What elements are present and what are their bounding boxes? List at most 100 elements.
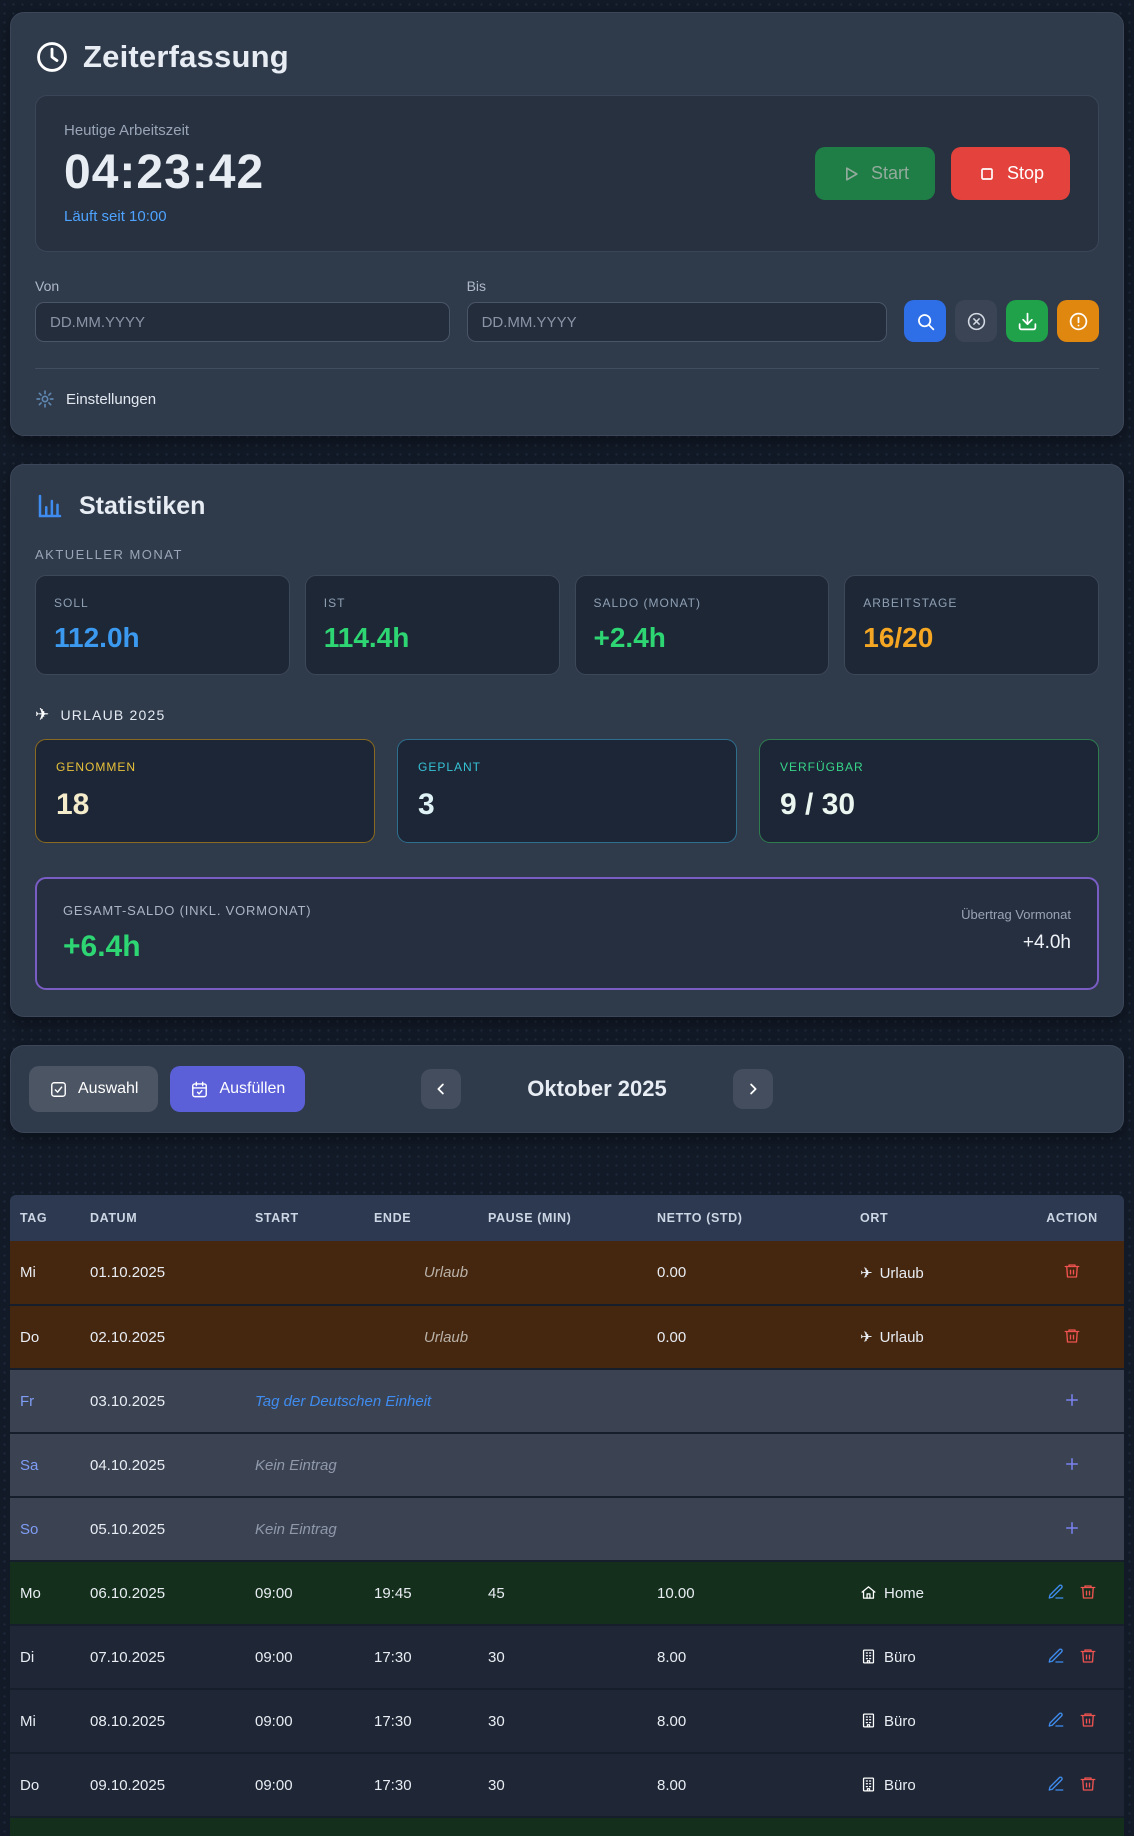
netto-value: 0.00 (647, 1305, 850, 1369)
trash-icon (1079, 1711, 1097, 1729)
action-cell (1020, 1369, 1124, 1433)
stat-tile-saldo: SALDO (MONAT) +2.4h (575, 575, 830, 675)
add-button[interactable] (1056, 1387, 1088, 1416)
ort-cell: Büro (850, 1625, 1020, 1689)
edit-button[interactable] (1040, 1579, 1072, 1608)
office-icon (860, 1776, 877, 1793)
clear-circle-icon (966, 311, 987, 332)
bis-field-group: Bis (467, 278, 887, 342)
stat-value: +2.4h (594, 622, 811, 654)
vacation-card-verfuegbar: VERFÜGBAR 9 / 30 (759, 739, 1099, 843)
ort-cell: Büro (850, 1753, 1020, 1817)
entry-note: Kein Eintrag (245, 1433, 850, 1497)
action-cell (1020, 1433, 1124, 1497)
edit-button[interactable] (1040, 1707, 1072, 1736)
ende-value: 17:30 (364, 1753, 478, 1817)
table-row: So05.10.2025Kein Eintrag (10, 1497, 1124, 1561)
vacation-grid: GENOMMEN 18 GEPLANT 3 VERFÜGBAR 9 / 30 (35, 739, 1099, 843)
total-saldo-value: +6.4h (63, 930, 311, 964)
day-label: Fr (10, 1817, 80, 1836)
download-button[interactable] (1006, 300, 1048, 342)
home-icon (860, 1584, 877, 1601)
pencil-icon (1047, 1583, 1065, 1601)
bis-input[interactable] (467, 302, 887, 342)
vacation-header: ✈ URLAUB 2025 (35, 705, 1099, 725)
settings-link[interactable]: Einstellungen (35, 389, 1099, 409)
ort-cell: ✈Urlaub (850, 1305, 1020, 1369)
timer-running-since: Läuft seit 10:00 (64, 208, 264, 225)
delete-button[interactable] (1072, 1579, 1104, 1608)
previous-month-button[interactable] (421, 1069, 461, 1109)
page: Zeiterfassung Heutige Arbeitszeit 04:23:… (0, 0, 1134, 1836)
vacation-card-geplant: GEPLANT 3 (397, 739, 737, 843)
search-icon (915, 311, 936, 332)
chevron-right-icon (744, 1080, 762, 1098)
zeiterfassung-card: Zeiterfassung Heutige Arbeitszeit 04:23:… (10, 12, 1124, 436)
delete-button[interactable] (1072, 1771, 1104, 1800)
plane-icon: ✈ (860, 1329, 873, 1346)
action-cell (1020, 1625, 1124, 1689)
filter-row: Von Bis (35, 278, 1099, 342)
carry-over-block: Übertrag Vormonat +4.0h (961, 903, 1071, 954)
add-button[interactable] (1056, 1515, 1088, 1544)
action-cell (1020, 1689, 1124, 1753)
ausfuellen-button[interactable]: Ausfüllen (170, 1066, 305, 1112)
entries-table-wrap: TAG DATUM START ENDE PAUSE (MIN) NETTO (… (10, 1195, 1124, 1836)
von-field-group: Von (35, 278, 450, 342)
delete-button[interactable] (1072, 1643, 1104, 1672)
delete-button[interactable] (1072, 1707, 1104, 1736)
von-input[interactable] (35, 302, 450, 342)
start-button-label: Start (871, 163, 909, 184)
trash-icon (1079, 1775, 1097, 1793)
search-button[interactable] (904, 300, 946, 342)
clear-button[interactable] (955, 300, 997, 342)
next-month-button[interactable] (733, 1069, 773, 1109)
stat-value: 114.4h (324, 622, 541, 654)
stat-label: SALDO (MONAT) (594, 596, 811, 610)
card-title-row: Zeiterfassung (35, 39, 1099, 75)
info-button[interactable] (1057, 300, 1099, 342)
chevron-left-icon (432, 1080, 450, 1098)
start-value: 09:00 (245, 1625, 364, 1689)
netto-value: 10.00 (647, 1817, 850, 1836)
vacation-card-genommen: GENOMMEN 18 (35, 739, 375, 843)
table-row: Mi01.10.2025Urlaub0.00✈Urlaub (10, 1241, 1124, 1305)
date-label: 08.10.2025 (80, 1689, 245, 1753)
download-icon (1017, 311, 1038, 332)
timer-panel: Heutige Arbeitszeit 04:23:42 Läuft seit … (35, 95, 1099, 252)
start-value: 09:00 (245, 1561, 364, 1625)
stop-button[interactable]: Stop (951, 147, 1070, 200)
start-button[interactable]: Start (815, 147, 935, 200)
table-row: Sa04.10.2025Kein Eintrag (10, 1433, 1124, 1497)
gear-icon (35, 389, 55, 409)
day-label: Mi (10, 1689, 80, 1753)
delete-button[interactable] (1056, 1258, 1088, 1287)
delete-button[interactable] (1056, 1323, 1088, 1352)
day-label: Mo (10, 1561, 80, 1625)
edit-button[interactable] (1040, 1643, 1072, 1672)
stat-value: 16/20 (863, 622, 1080, 654)
bis-label: Bis (467, 278, 887, 294)
ort-cell: Büro (850, 1689, 1020, 1753)
timer-label: Heutige Arbeitszeit (64, 122, 264, 139)
clock-icon (35, 40, 69, 74)
carry-over-label: Übertrag Vormonat (961, 907, 1071, 922)
add-button[interactable] (1056, 1451, 1088, 1480)
vacation-value: 18 (56, 788, 354, 822)
timer-buttons: Start Stop (815, 147, 1070, 200)
header-ort: ORT (850, 1195, 1020, 1241)
office-icon (860, 1712, 877, 1729)
play-icon (841, 164, 861, 184)
date-label: 05.10.2025 (80, 1497, 245, 1561)
divider (35, 368, 1099, 369)
ort-cell: ✈Urlaub (850, 1241, 1020, 1305)
toolbar-card: Auswahl Ausfüllen Oktober 2025 (10, 1045, 1124, 1133)
auswahl-button[interactable]: Auswahl (29, 1066, 158, 1112)
day-label: Fr (10, 1369, 80, 1433)
stats-title: Statistiken (79, 492, 205, 521)
stat-value: 112.0h (54, 622, 271, 654)
current-month-label: AKTUELLER MONAT (35, 547, 1099, 562)
vacation-label: GENOMMEN (56, 760, 354, 774)
bar-chart-icon (35, 491, 65, 521)
edit-button[interactable] (1040, 1771, 1072, 1800)
